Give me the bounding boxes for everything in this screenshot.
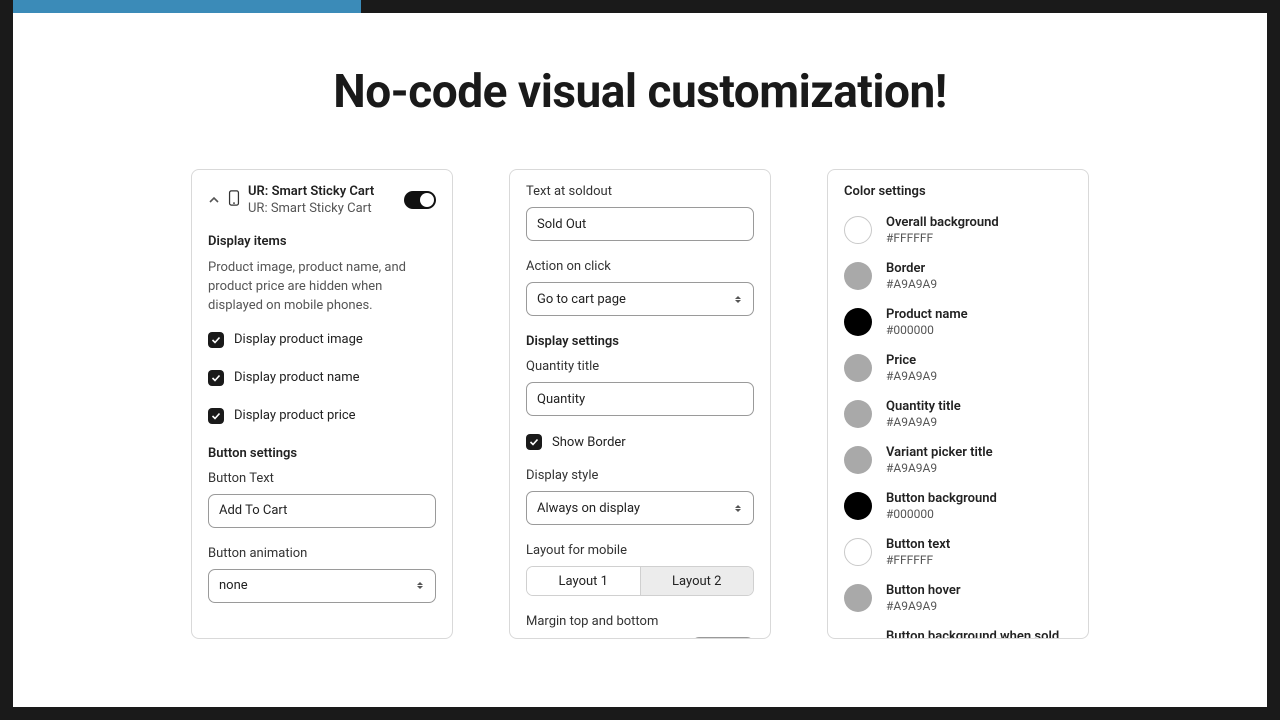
- select-value: Always on display: [537, 501, 640, 516]
- color-swatch: [844, 308, 872, 336]
- input-value: Quantity: [537, 392, 585, 407]
- color-hex: #000000: [886, 507, 997, 521]
- layout-mobile-label: Layout for mobile: [526, 543, 754, 558]
- color-row[interactable]: Button text#FFFFFF: [844, 537, 1072, 567]
- layout-segmented-control: Layout 1 Layout 2: [526, 566, 754, 596]
- app-header: UR: Smart Sticky Cart UR: Smart Sticky C…: [208, 184, 436, 216]
- quantity-title-input[interactable]: Quantity: [526, 382, 754, 416]
- checkbox-display-image[interactable]: Display product image: [208, 332, 436, 348]
- color-row[interactable]: Button background#000000: [844, 491, 1072, 521]
- color-swatch: [844, 262, 872, 290]
- page: No-code visual customization! UR: Smart …: [13, 13, 1267, 707]
- color-hex: #A9A9A9: [886, 415, 961, 429]
- chevron-up-icon[interactable]: [208, 191, 220, 210]
- check-icon: [208, 408, 224, 424]
- check-icon: [208, 332, 224, 348]
- margin-input[interactable]: [692, 637, 754, 639]
- color-hex: #A9A9A9: [886, 277, 937, 291]
- input-value: Add To Cart: [219, 503, 287, 518]
- color-hex: #A9A9A9: [886, 599, 961, 613]
- color-name: Variant picker title: [886, 445, 993, 460]
- phone-icon: [228, 190, 240, 210]
- color-row[interactable]: Border#A9A9A9: [844, 261, 1072, 291]
- checkbox-label: Display product image: [234, 332, 363, 347]
- button-animation-select[interactable]: none: [208, 569, 436, 603]
- color-row[interactable]: Quantity title#A9A9A9: [844, 399, 1072, 429]
- color-swatch: [844, 584, 872, 612]
- button-settings-heading: Button settings: [208, 446, 436, 461]
- input-value: Sold Out: [537, 217, 586, 232]
- color-swatch: [844, 638, 872, 640]
- button-text-label: Button Text: [208, 471, 436, 486]
- display-settings-heading: Display settings: [526, 334, 754, 349]
- color-hex: #FFFFFF: [886, 231, 999, 245]
- color-name: Overall background: [886, 215, 999, 230]
- panel-color-settings: Color settings Overall background#FFFFFF…: [827, 169, 1089, 639]
- checkbox-label: Display product name: [234, 370, 360, 385]
- color-settings-heading: Color settings: [844, 184, 1072, 199]
- color-name: Border: [886, 261, 937, 276]
- action-on-click-label: Action on click: [526, 259, 754, 274]
- color-row[interactable]: Overall background#FFFFFF: [844, 215, 1072, 245]
- color-swatch: [844, 354, 872, 382]
- layout-option-2[interactable]: Layout 2: [640, 567, 754, 595]
- display-style-label: Display style: [526, 468, 754, 483]
- button-animation-label: Button animation: [208, 546, 436, 561]
- color-swatch: [844, 492, 872, 520]
- color-hex: #A9A9A9: [886, 369, 937, 383]
- display-style-select[interactable]: Always on display: [526, 491, 754, 525]
- page-title: No-code visual customization!: [13, 65, 1267, 119]
- checkbox-display-price[interactable]: Display product price: [208, 408, 436, 424]
- color-hex: #A9A9A9: [886, 461, 993, 475]
- color-name: Button hover: [886, 583, 961, 598]
- layout-option-1[interactable]: Layout 1: [527, 567, 640, 595]
- panel-display-items: UR: Smart Sticky Cart UR: Smart Sticky C…: [191, 169, 453, 639]
- color-row[interactable]: Price#A9A9A9: [844, 353, 1072, 383]
- color-name: Product name: [886, 307, 968, 322]
- color-name: Button background when sold out: [886, 629, 1072, 639]
- select-caret-icon: [415, 582, 425, 589]
- color-hex: #000000: [886, 323, 968, 337]
- check-icon: [526, 434, 542, 450]
- color-name: Quantity title: [886, 399, 961, 414]
- button-text-input[interactable]: Add To Cart: [208, 494, 436, 528]
- color-swatch: [844, 538, 872, 566]
- display-items-help: Product image, product name, and product…: [208, 259, 436, 316]
- panel-display-settings: Text at soldout Sold Out Action on click…: [509, 169, 771, 639]
- enable-toggle[interactable]: [404, 191, 436, 209]
- app-subtitle: UR: Smart Sticky Cart: [248, 201, 396, 216]
- select-caret-icon: [733, 296, 743, 303]
- soldout-text-label: Text at soldout: [526, 184, 754, 199]
- color-hex: #FFFFFF: [886, 553, 950, 567]
- panels-row: UR: Smart Sticky Cart UR: Smart Sticky C…: [13, 169, 1267, 639]
- check-icon: [208, 370, 224, 386]
- checkbox-show-border[interactable]: Show Border: [526, 434, 754, 450]
- checkbox-display-name[interactable]: Display product name: [208, 370, 436, 386]
- color-row[interactable]: Button hover#A9A9A9: [844, 583, 1072, 613]
- color-swatch: [844, 400, 872, 428]
- quantity-title-label: Quantity title: [526, 359, 754, 374]
- color-name: Button background: [886, 491, 997, 506]
- color-swatch: [844, 446, 872, 474]
- select-value: Go to cart page: [537, 292, 626, 307]
- select-caret-icon: [733, 505, 743, 512]
- color-swatch: [844, 216, 872, 244]
- checkbox-label: Display product price: [234, 408, 356, 423]
- color-row[interactable]: Product name#000000: [844, 307, 1072, 337]
- select-value: none: [219, 578, 248, 593]
- color-row[interactable]: Button background when sold out#A9A9A9: [844, 629, 1072, 639]
- margin-label: Margin top and bottom: [526, 614, 754, 629]
- action-on-click-select[interactable]: Go to cart page: [526, 282, 754, 316]
- app-title: UR: Smart Sticky Cart: [248, 184, 396, 199]
- checkbox-label: Show Border: [552, 435, 626, 450]
- color-name: Price: [886, 353, 937, 368]
- display-items-heading: Display items: [208, 234, 436, 249]
- soldout-text-input[interactable]: Sold Out: [526, 207, 754, 241]
- color-row[interactable]: Variant picker title#A9A9A9: [844, 445, 1072, 475]
- color-name: Button text: [886, 537, 950, 552]
